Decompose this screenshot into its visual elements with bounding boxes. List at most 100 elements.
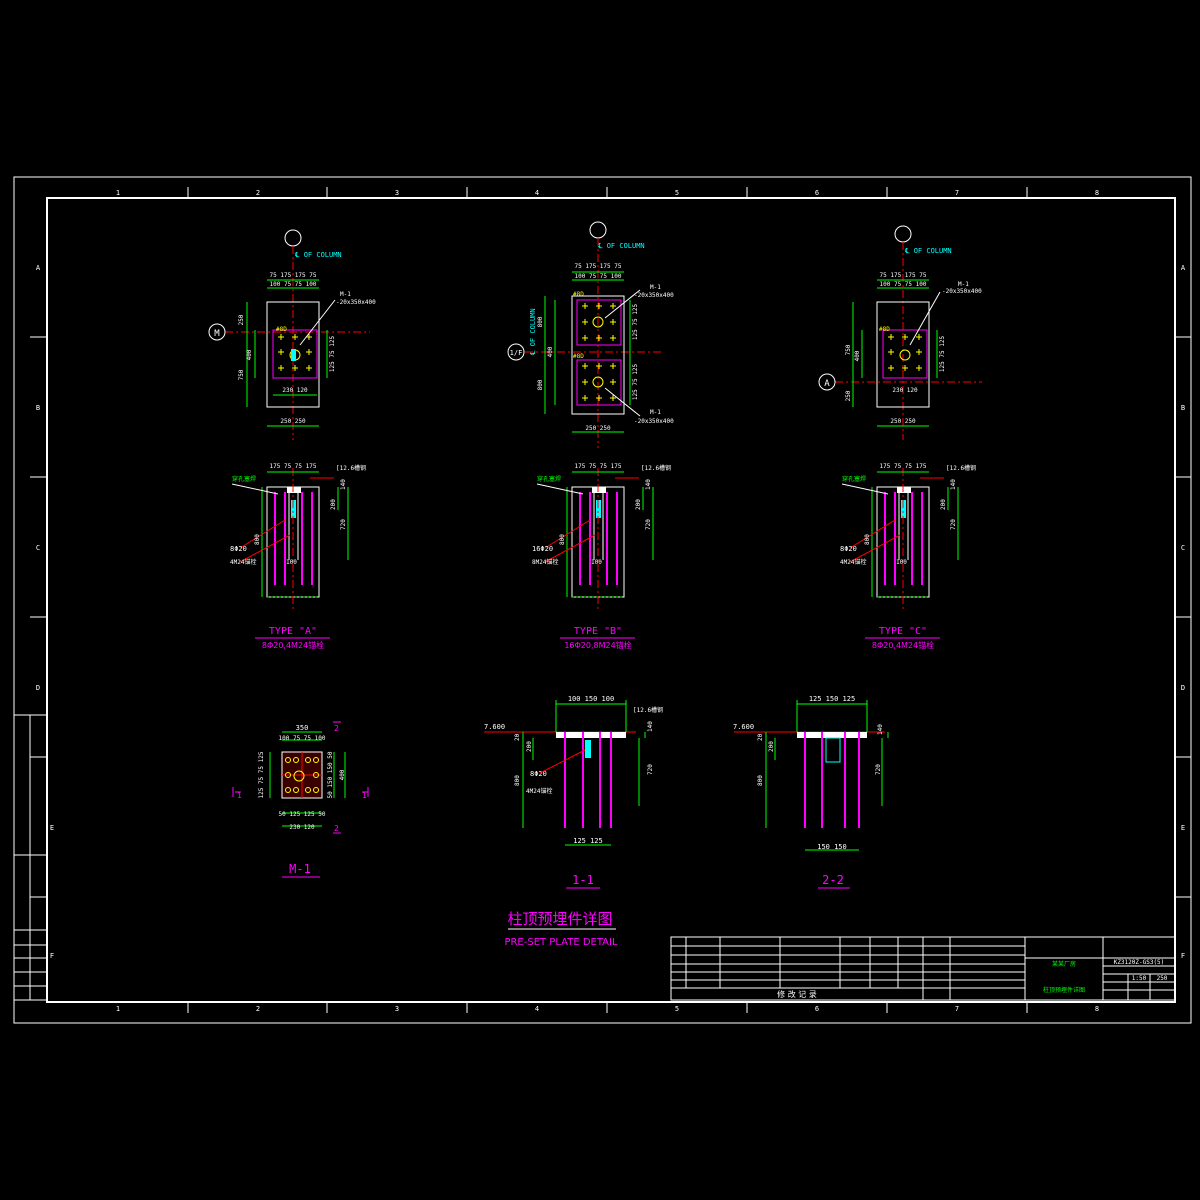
base-dims: 250 250 xyxy=(280,418,306,425)
top-dims: 100 150 100 xyxy=(568,695,614,703)
plate-size: -20x350x400 xyxy=(634,292,674,299)
col-note: ℄ OF COLUMN xyxy=(904,247,952,255)
top-dims: 75 175 175 75 xyxy=(880,272,927,279)
type-title: TYPE "B" xyxy=(574,626,622,637)
left-dim-2: 200 xyxy=(526,741,533,752)
left-dim-1: 750 xyxy=(845,344,852,355)
grid-col-1-top: 1 xyxy=(116,189,120,197)
grid-row-a-left: A xyxy=(36,264,41,272)
base-dims: 250 250 xyxy=(585,425,611,432)
hole-note: 穿孔塞焊 xyxy=(232,475,256,483)
elev-mark: 7.600 xyxy=(484,723,505,731)
top-dims: 75 175 175 75 xyxy=(270,272,317,279)
drawing-no: KZ3120Z-GS3(5) xyxy=(1114,959,1165,966)
section-mark-2-bottom: 2 xyxy=(334,824,339,833)
top-dims: 175 75 75 175 xyxy=(575,463,622,470)
left-dim-3: 750 xyxy=(238,369,245,380)
grid-row-c-right: C xyxy=(1181,544,1185,552)
m1-right-total: 400 xyxy=(339,769,346,780)
grid-col-5-top: 5 xyxy=(675,189,679,197)
plate-callout: M-1 xyxy=(340,291,351,298)
bolts: 4M24锚栓 xyxy=(840,558,866,566)
col-note: ℄ OF COLUMN xyxy=(597,242,645,250)
note: [12.6槽钢 xyxy=(336,464,366,472)
bolts: 4M24锚栓 xyxy=(526,787,552,795)
grid-col-8-bottom: 8 xyxy=(1095,1005,1099,1013)
side-dim-2: 200 xyxy=(940,499,947,510)
top-dims-2: 100 75 75 100 xyxy=(270,281,317,288)
elevation-a: 175 75 75 175 [12.6槽钢 穿孔塞焊 8Φ20 4M24锚栓 1… xyxy=(230,463,366,650)
left-dim-3: 800 xyxy=(537,379,544,390)
grid-row-d-right: D xyxy=(1181,684,1185,692)
elevation-b: 175 75 75 175 [12.6槽钢 穿孔塞焊 16Φ20 8M24锚栓 … xyxy=(532,463,671,650)
top-dims: 75 175 175 75 xyxy=(575,263,622,270)
left-dim-3: 800 xyxy=(514,775,521,786)
left-dim-2: 400 xyxy=(854,350,861,361)
bottom: 100 xyxy=(591,559,602,566)
grid-col-7-top: 7 xyxy=(955,189,959,197)
grid-labels: 1 2 3 4 5 6 7 8 1 2 3 4 5 6 7 8 A B C D … xyxy=(36,189,1186,1013)
plan-c: ℄ OF COLUMN A 75 175 175 75 100 75 75 10… xyxy=(818,225,982,440)
m1-width: 350 xyxy=(296,724,309,732)
depth: 800 xyxy=(559,534,566,545)
col-note-side: ℄ OF COLUMN xyxy=(529,308,537,356)
top-dims: 175 75 75 175 xyxy=(880,463,927,470)
title-en: PRE-SET PLATE DETAIL xyxy=(504,937,618,948)
grid-col-5-bottom: 5 xyxy=(675,1005,679,1013)
right-dim-1: 140 xyxy=(647,721,654,732)
type-title: TYPE "C" xyxy=(879,626,927,637)
plate-m1: 350 100 75 75 100 125 75 75 125 50 150 1… xyxy=(232,721,369,878)
grid-col-8-top: 8 xyxy=(1095,189,1099,197)
grid-col-6-bottom: 6 xyxy=(815,1005,819,1013)
bolts: 8M24锚栓 xyxy=(532,558,558,566)
elev-mark: 7.600 xyxy=(733,723,754,731)
m1-title: M-1 xyxy=(289,862,311,876)
grid-row-c-left: C xyxy=(36,544,40,552)
left-signoff-strip xyxy=(13,714,48,1001)
grid-row-b-right: B xyxy=(1181,404,1185,412)
bottom-dims: 230 120 xyxy=(892,387,918,394)
grid-ticks xyxy=(30,187,1191,1013)
bolt-mark: #8D xyxy=(276,326,287,333)
rebar: 8Φ20 xyxy=(230,545,247,553)
top-dims: 125 150 125 xyxy=(809,695,855,703)
grid-row-d-left: D xyxy=(36,684,40,692)
axis-label: M xyxy=(214,329,220,339)
section-2-2: 7.600 125 150 125 20 200 800 140 720 150… xyxy=(733,695,889,889)
type-sub: 8Φ20,4M24锚栓 xyxy=(872,640,934,650)
type-sub: 16Φ20,8M24锚栓 xyxy=(564,640,631,650)
left-dim-1: 800 xyxy=(537,316,544,327)
project: 某某厂房 xyxy=(1052,960,1076,968)
plate-size: -20x350x400 xyxy=(942,288,982,295)
drawing-title: 柱顶预埋件详图 PRE-SET PLATE DETAIL xyxy=(504,910,618,948)
m1-bottom-sub: 50 125 125 50 xyxy=(279,811,326,818)
axis-bubble-top xyxy=(894,225,912,243)
elevation-c: 175 75 75 175 [12.6槽钢 穿孔塞焊 8Φ20 4M24锚栓 1… xyxy=(840,463,976,650)
rebar: 16Φ20 xyxy=(532,545,553,553)
bottom: 100 xyxy=(896,559,907,566)
grid-col-4-top: 4 xyxy=(535,189,539,197)
hole-note: 穿孔塞焊 xyxy=(842,475,866,483)
plate-callout: M-1 xyxy=(650,284,661,291)
axis-bubble-top xyxy=(589,221,607,239)
bottom: 100 xyxy=(286,559,297,566)
right-dim-2: 720 xyxy=(875,764,882,775)
left-dim-3: 250 xyxy=(845,390,852,401)
side-dim-3: 720 xyxy=(950,519,957,530)
m1-bottom-total: 230 120 xyxy=(289,824,315,831)
grid-row-e-right: E xyxy=(1181,824,1185,832)
scale: 1:50 xyxy=(1132,975,1147,982)
section-mark-2-top: 2 xyxy=(334,724,339,733)
side-dim-2: 200 xyxy=(635,499,642,510)
plate-size: -20x350x400 xyxy=(336,299,376,306)
top-dims-2: 100 75 75 100 xyxy=(575,273,622,280)
grid-col-7-bottom: 7 xyxy=(955,1005,959,1013)
plan-b: ℄ OF COLUMN ℄ OF COLUMN 1/F 75 175 175 7… xyxy=(507,221,674,448)
grid-row-f-left: F xyxy=(50,952,54,960)
rebar: 8Φ20 xyxy=(840,545,857,553)
side-dim-1: 140 xyxy=(950,479,957,490)
left-dim-1: 250 xyxy=(238,314,245,325)
note: [12.6槽钢 xyxy=(946,464,976,472)
title-cn: 柱顶预埋件详图 xyxy=(507,910,612,928)
left-dim-2: 200 xyxy=(768,741,775,752)
